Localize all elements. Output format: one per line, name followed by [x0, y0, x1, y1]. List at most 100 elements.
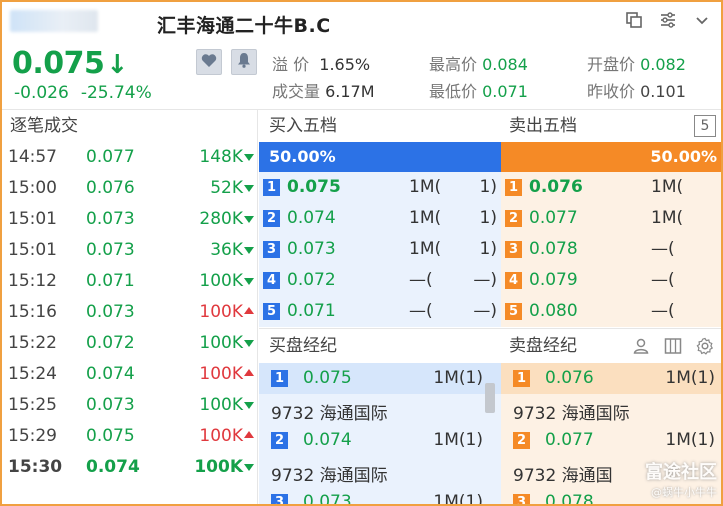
bid-level-count: —): [473, 301, 497, 321]
ask-level-row[interactable]: 1 0.076 1M(: [501, 172, 721, 203]
watermark-line-1: 富途社区: [645, 462, 717, 483]
down-triangle-icon: [244, 340, 254, 347]
ask-level-number: 4: [505, 272, 522, 289]
down-triangle-icon: [244, 402, 254, 409]
trade-price: 0.073: [86, 395, 135, 415]
stats-col-1: 溢 价 1.65% 成交量 6.17M: [272, 51, 375, 105]
trade-time: 15:22: [8, 333, 57, 353]
bid-level-price: 0.075: [287, 177, 341, 197]
bid-level-count: 1): [479, 239, 497, 259]
bid-level-qty: 1M(: [409, 177, 442, 197]
trade-row[interactable]: 15:29 0.075 100K: [2, 421, 257, 452]
up-triangle-icon: [244, 431, 254, 438]
ask-level-row[interactable]: 2 0.077 1M(: [501, 203, 721, 234]
buy-broker-level-number: 2: [271, 432, 288, 449]
trade-time: 15:24: [8, 364, 57, 384]
sell-broker-level-number: 3: [513, 494, 530, 504]
bid-level-row[interactable]: 3 0.073 1M(1): [259, 234, 501, 265]
last-price: 0.075↓: [12, 46, 128, 81]
bid-level-row[interactable]: 4 0.072 —(—): [259, 265, 501, 296]
premium-label: 溢 价: [272, 55, 310, 74]
sell-broker-level-number: 2: [513, 432, 530, 449]
trade-volume: 148K: [199, 147, 243, 167]
order-book: 买入五档 卖出五档 5 50.00% 50.00% 1 0.075 1M(1) 2 0.…: [259, 110, 721, 328]
bid-level-row[interactable]: 1 0.075 1M(1): [259, 172, 501, 203]
trade-list[interactable]: 14:57 0.077 148K 15:00 0.076 52K 15:01 0.073 280…: [2, 142, 257, 483]
ask-level-row[interactable]: 4 0.079 —(: [501, 265, 721, 296]
trade-row[interactable]: 15:22 0.072 100K: [2, 328, 257, 359]
bid-level-count: —): [473, 270, 497, 290]
trade-time: 14:57: [8, 147, 57, 167]
ask-level-row[interactable]: 5 0.080 —(: [501, 296, 721, 327]
trade-row[interactable]: 15:24 0.074 100K: [2, 359, 257, 390]
buy-broker-level-number: 1: [271, 370, 288, 387]
down-triangle-icon: [244, 464, 254, 471]
bid-level-row[interactable]: 5 0.071 —(—): [259, 296, 501, 327]
premium-value: 1.65%: [319, 55, 371, 74]
down-triangle-icon: [244, 278, 254, 285]
scrollbar-thumb[interactable]: [485, 383, 495, 413]
bid-level-number: 5: [263, 303, 280, 320]
sell-broker-level-row[interactable]: 1 0.076 1M(1): [501, 363, 721, 394]
trade-row[interactable]: 14:57 0.077 148K: [2, 142, 257, 173]
change-percent: -25.74%: [80, 83, 152, 103]
bell-icon: [237, 52, 251, 72]
trade-row[interactable]: 15:12 0.071 100K: [2, 266, 257, 297]
alert-button[interactable]: [231, 49, 257, 75]
buy-broker-list[interactable]: 1 0.075 1M(1) 9732 海通国际 2 0.074 1M(1) 9732 海通国际…: [259, 363, 501, 504]
watermark: 富途社区 @蜗牛小牛牛: [645, 458, 717, 500]
bid-level-number: 4: [263, 272, 280, 289]
header-toolbar: [623, 9, 713, 31]
person-icon[interactable]: [629, 334, 653, 358]
low-value: 0.071: [482, 82, 528, 101]
buy-broker-level-row[interactable]: 3 0.073 1M(1): [259, 487, 501, 504]
ask-levels: 1 0.076 1M(2 0.077 1M(3 0.078 —( 4 0.079 —(5 0.080…: [501, 172, 721, 327]
sell-broker-level-price: 0.077: [545, 430, 594, 450]
trade-volume: 100K: [194, 457, 243, 477]
sell-broker-level-qty: 1M(1): [665, 430, 715, 450]
buy-broker-level-row[interactable]: 1 0.075 1M(1): [259, 363, 501, 394]
low-label: 最低价: [429, 82, 478, 101]
trade-row[interactable]: 15:16 0.073 100K: [2, 297, 257, 328]
bid-ratio-bar: 50.00%: [259, 142, 501, 172]
gear-icon[interactable]: [693, 334, 717, 358]
down-triangle-icon: [244, 154, 254, 161]
buy-broker-level-row[interactable]: 2 0.074 1M(1): [259, 425, 501, 456]
ask-title: 卖出五档: [509, 116, 577, 136]
quote-header: 汇丰海通二十牛B.C 0.075↓ -0.026 -25.74% 溢 价 1.6…: [2, 2, 721, 110]
trade-row[interactable]: 15:01 0.073 36K: [2, 235, 257, 266]
copy-icon[interactable]: [623, 9, 645, 31]
five-level-toggle-icon[interactable]: 5: [694, 115, 716, 137]
bid-level-qty: —(: [409, 301, 433, 321]
trade-row[interactable]: 15:01 0.073 280K: [2, 204, 257, 235]
ask-level-qty: —(: [651, 301, 675, 321]
buy-broker-row[interactable]: 9732 海通国际: [259, 456, 501, 487]
settings-sliders-icon[interactable]: [657, 9, 679, 31]
sell-broker-row[interactable]: 9732 海通国际: [501, 394, 721, 425]
collapse-icon[interactable]: [691, 9, 713, 31]
buy-broker-name: 9732 海通国际: [271, 404, 388, 424]
trade-price: 0.077: [86, 147, 135, 167]
sell-broker-name: 9732 海通国际: [513, 404, 630, 424]
ask-level-number: 5: [505, 303, 522, 320]
bid-level-row[interactable]: 2 0.074 1M(1): [259, 203, 501, 234]
ask-level-price: 0.077: [529, 208, 578, 228]
trade-volume: 100K: [199, 302, 243, 322]
ask-ratio-bar: 50.00%: [501, 142, 721, 172]
price-down-arrow-icon: ↓: [106, 50, 128, 80]
trade-time: 15:25: [8, 395, 57, 415]
buy-broker-row[interactable]: 9732 海通国际: [259, 394, 501, 425]
sell-broker-level-qty: 1M(1): [665, 368, 715, 388]
trade-time: 15:29: [8, 426, 57, 446]
ask-level-row[interactable]: 3 0.078 —(: [501, 234, 721, 265]
ask-level-price: 0.078: [529, 239, 578, 259]
broker-toolbar: [629, 334, 717, 358]
trade-row[interactable]: 15:30 0.074 100K: [2, 452, 257, 483]
ask-level-price: 0.079: [529, 270, 578, 290]
sell-broker-level-row[interactable]: 2 0.077 1M(1): [501, 425, 721, 456]
favorite-button[interactable]: [196, 49, 222, 75]
columns-icon[interactable]: [661, 334, 685, 358]
trade-row[interactable]: 15:25 0.073 100K: [2, 390, 257, 421]
trade-row[interactable]: 15:00 0.076 52K: [2, 173, 257, 204]
trade-volume: 280K: [199, 209, 243, 229]
